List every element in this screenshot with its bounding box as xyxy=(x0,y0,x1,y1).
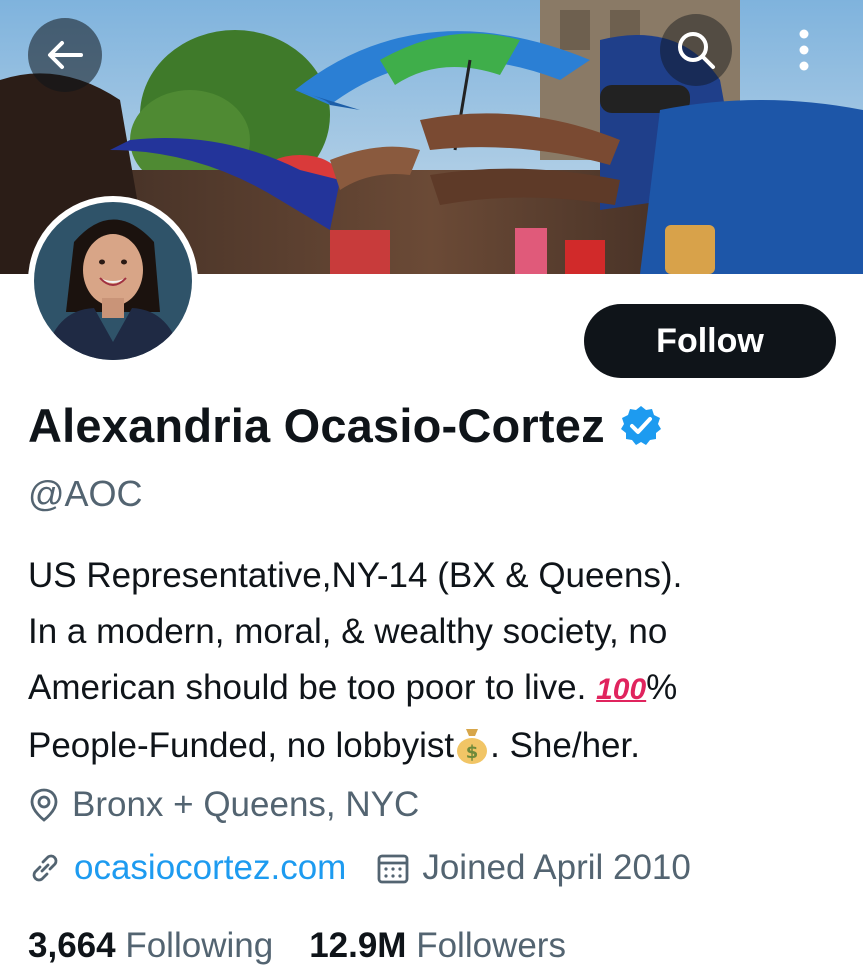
display-name: Alexandria Ocasio-Cortez xyxy=(28,399,605,452)
followers-count: 12.9M xyxy=(309,926,407,965)
location-row: Bronx + Queens, NYC xyxy=(28,785,419,825)
website-joined-row: ocasiocortez.com Joined April 2010 xyxy=(28,848,691,888)
bio-line-2: In a modern, moral, & wealthy society, n… xyxy=(28,612,668,651)
profile-bio: US Representative,NY-14 (BX & Queens). I… xyxy=(28,548,838,774)
bio-line-4: People-Funded, no lobbyist $ . She/her. xyxy=(28,718,838,774)
following-stat[interactable]: 3,664 Following xyxy=(28,926,273,965)
followers-label: Followers xyxy=(416,926,566,965)
website-link[interactable]: ocasiocortez.com xyxy=(74,848,346,888)
joined-text: Joined April 2010 xyxy=(422,848,691,887)
calendar-icon xyxy=(377,854,409,884)
follow-button[interactable]: Follow xyxy=(584,304,836,378)
search-button[interactable] xyxy=(660,14,732,86)
following-label: Following xyxy=(125,926,274,965)
search-icon xyxy=(678,32,715,69)
link-icon xyxy=(32,854,58,882)
location-text: Bronx + Queens, NYC xyxy=(72,785,420,824)
more-vertical-icon xyxy=(799,29,809,71)
user-handle: @AOC xyxy=(28,473,143,514)
location-pin-icon xyxy=(30,788,58,822)
profile-name-row: Alexandria Ocasio-Cortez xyxy=(28,398,663,453)
money-bag-icon: $ xyxy=(457,729,488,764)
bio-line-3: American should be too poor to live. 100… xyxy=(28,660,838,718)
verified-badge-icon xyxy=(620,405,661,445)
follow-stats: 3,664 Following 12.9M Followers xyxy=(28,926,602,965)
bio-line-3-text: American should be too poor to live. xyxy=(28,668,597,707)
bio-line-4-suffix: . She/her. xyxy=(490,726,640,765)
more-options-button[interactable] xyxy=(772,14,836,86)
back-button[interactable] xyxy=(28,18,102,92)
bio-line-4-text: People-Funded, no lobbyist xyxy=(28,726,455,765)
followers-stat[interactable]: 12.9M Followers xyxy=(309,926,566,965)
bio-line-3-suffix: % xyxy=(646,668,678,707)
avatar-image xyxy=(34,202,192,360)
bio-line-1: US Representative,NY-14 (BX & Queens). xyxy=(28,556,683,595)
avatar[interactable] xyxy=(28,196,198,366)
arrow-left-icon xyxy=(48,41,83,69)
hundred-points-icon: 100 xyxy=(596,673,647,706)
svg-text:$: $ xyxy=(466,742,479,763)
joined-date: Joined April 2010 xyxy=(376,848,691,888)
following-count: 3,664 xyxy=(28,926,116,965)
